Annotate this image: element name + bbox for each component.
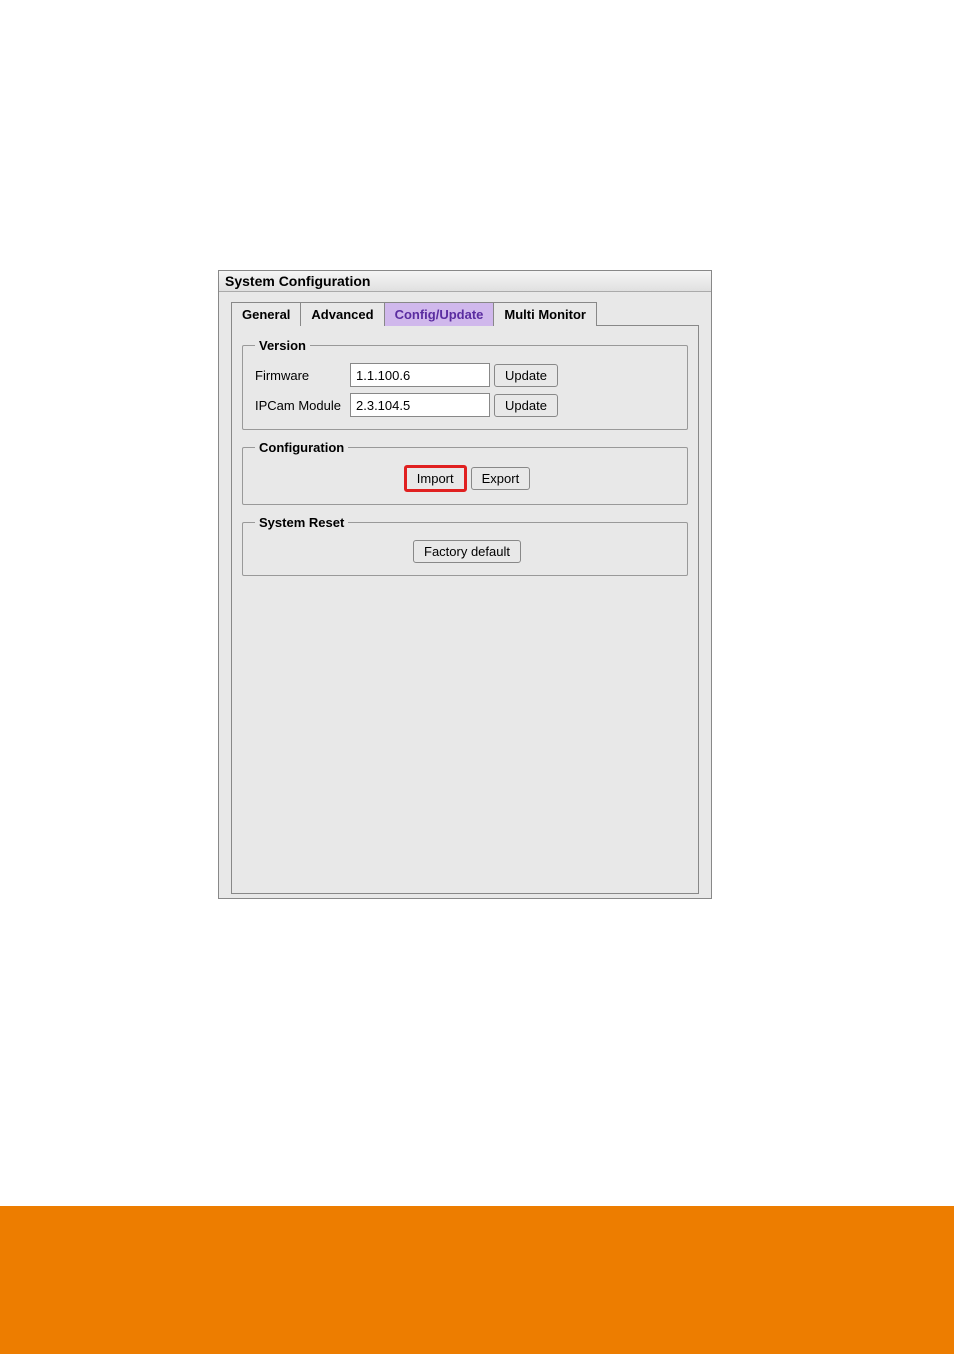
system-configuration-window: System Configuration General Advanced Co…	[218, 270, 712, 899]
footer-bar	[0, 1206, 954, 1354]
system-reset-buttons-row: Factory default	[255, 540, 675, 563]
system-reset-legend: System Reset	[255, 515, 348, 530]
ipcam-value-field[interactable]	[350, 393, 490, 417]
configuration-legend: Configuration	[255, 440, 348, 455]
ipcam-update-button[interactable]: Update	[494, 394, 558, 417]
firmware-row: Firmware Update	[255, 363, 675, 387]
tab-advanced[interactable]: Advanced	[300, 302, 384, 326]
tab-config-update[interactable]: Config/Update	[384, 302, 495, 326]
ipcam-label: IPCam Module	[255, 398, 350, 413]
version-legend: Version	[255, 338, 310, 353]
tab-bar: General Advanced Config/Update Multi Mon…	[231, 302, 699, 326]
ipcam-row: IPCam Module Update	[255, 393, 675, 417]
configuration-group: Configuration Import Export	[242, 440, 688, 505]
import-button[interactable]: Import	[404, 465, 467, 492]
export-button[interactable]: Export	[471, 467, 531, 490]
configuration-buttons-row: Import Export	[255, 465, 675, 492]
factory-default-button[interactable]: Factory default	[413, 540, 521, 563]
window-content: General Advanced Config/Update Multi Mon…	[219, 292, 711, 905]
system-reset-group: System Reset Factory default	[242, 515, 688, 576]
firmware-value-field[interactable]	[350, 363, 490, 387]
version-group: Version Firmware Update IPCam Module Upd…	[242, 338, 688, 430]
tab-multi-monitor[interactable]: Multi Monitor	[493, 302, 597, 326]
window-title: System Configuration	[219, 271, 711, 292]
tab-general[interactable]: General	[231, 302, 301, 326]
tab-panel-config-update: Version Firmware Update IPCam Module Upd…	[231, 325, 699, 894]
firmware-label: Firmware	[255, 368, 350, 383]
firmware-update-button[interactable]: Update	[494, 364, 558, 387]
